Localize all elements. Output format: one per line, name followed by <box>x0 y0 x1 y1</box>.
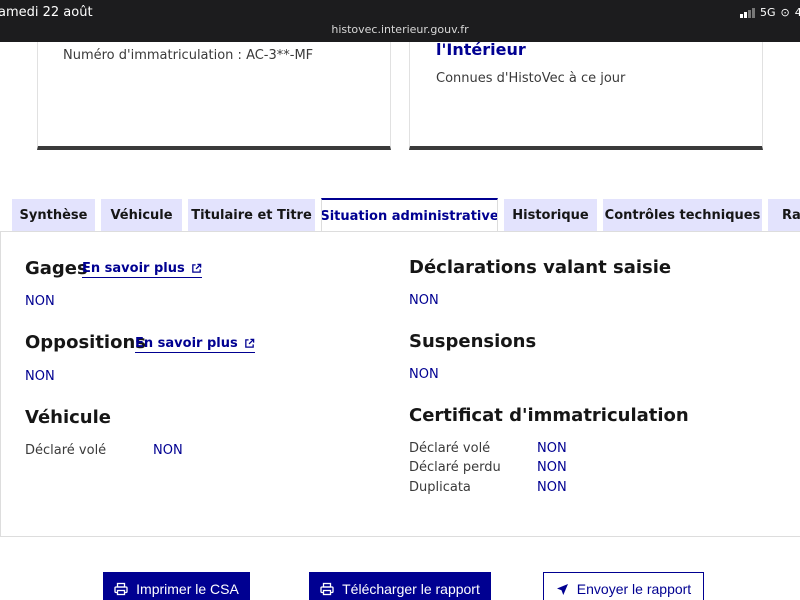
oppositions-learn-more-label: En savoir plus <box>135 336 238 351</box>
tab-vehicule[interactable]: Véhicule <box>101 199 182 231</box>
oppositions-learn-more-link[interactable]: En savoir plus <box>135 336 255 353</box>
tab-rapport[interactable]: Rap <box>768 199 800 231</box>
source-card: l'Intérieur Connues d'HistoVec à ce jour <box>409 40 763 150</box>
signal-icon <box>740 7 755 18</box>
report-tabs: Synthèse Véhicule Titulaire et Titre Sit… <box>0 198 800 232</box>
lock-rotation-icon: ⊙ <box>780 6 790 19</box>
status-bar: amedi 22 août 5G ⊙ 4( histovec.interieur… <box>0 0 800 42</box>
gages-learn-more-label: En savoir plus <box>82 261 185 276</box>
tab-situation-administrative[interactable]: Situation administrative <box>321 198 498 232</box>
oppositions-title: Oppositions <box>25 332 146 353</box>
tab-controles-techniques[interactable]: Contrôles techniques <box>603 199 762 231</box>
source-card-subtitle: Connues d'HistoVec à ce jour <box>436 71 626 86</box>
certificat-declare-vole-label: Déclaré volé <box>409 441 491 456</box>
plate-number: Numéro d'immatriculation : AC-3**-MF <box>63 48 314 63</box>
battery-label: 4( <box>794 6 800 19</box>
external-link-icon <box>244 338 255 348</box>
print-csa-button[interactable]: Imprimer le CSA <box>103 572 250 600</box>
printer-icon <box>114 582 128 596</box>
suspensions-value: NON <box>409 367 439 382</box>
certificat-duplicata-label: Duplicata <box>409 480 471 495</box>
status-date: amedi 22 août <box>0 5 93 20</box>
vehicule-declare-vole-value: NON <box>153 443 183 458</box>
suspensions-title: Suspensions <box>409 331 537 352</box>
download-report-button[interactable]: Télécharger le rapport <box>309 572 491 600</box>
saisie-value: NON <box>409 293 439 308</box>
status-indicators: 5G ⊙ 4( <box>740 6 800 19</box>
gages-title: Gages <box>25 258 88 279</box>
saisie-title: Déclarations valant saisie <box>409 257 672 278</box>
certificat-declare-perdu-label: Déclaré perdu <box>409 460 501 475</box>
plate-card: Numéro d'immatriculation : AC-3**-MF <box>37 42 391 150</box>
tab-titulaire-et-titre[interactable]: Titulaire et Titre <box>188 199 315 231</box>
url-bar[interactable]: histovec.interieur.gouv.fr <box>0 23 800 36</box>
print-csa-label: Imprimer le CSA <box>136 581 239 597</box>
tab-historique[interactable]: Historique <box>504 199 597 231</box>
gages-value: NON <box>25 294 55 309</box>
vehicule-title: Véhicule <box>25 407 112 428</box>
external-link-icon <box>191 263 202 273</box>
certificat-declare-perdu-value: NON <box>537 460 567 475</box>
source-card-title: l'Intérieur <box>436 40 526 59</box>
send-arrow-icon <box>556 583 569 596</box>
send-report-label: Envoyer le rapport <box>576 581 692 597</box>
network-label: 5G <box>760 6 776 19</box>
certificat-duplicata-value: NON <box>537 480 567 495</box>
download-report-label: Télécharger le rapport <box>342 581 480 597</box>
printer-icon <box>320 582 334 596</box>
oppositions-value: NON <box>25 369 55 384</box>
certificat-title: Certificat d'immatriculation <box>409 405 689 426</box>
send-report-button[interactable]: Envoyer le rapport <box>543 572 704 600</box>
gages-learn-more-link[interactable]: En savoir plus <box>82 261 202 278</box>
tab-synthese[interactable]: Synthèse <box>12 199 95 231</box>
certificat-declare-vole-value: NON <box>537 441 567 456</box>
vehicule-declare-vole-label: Déclaré volé <box>25 443 107 458</box>
